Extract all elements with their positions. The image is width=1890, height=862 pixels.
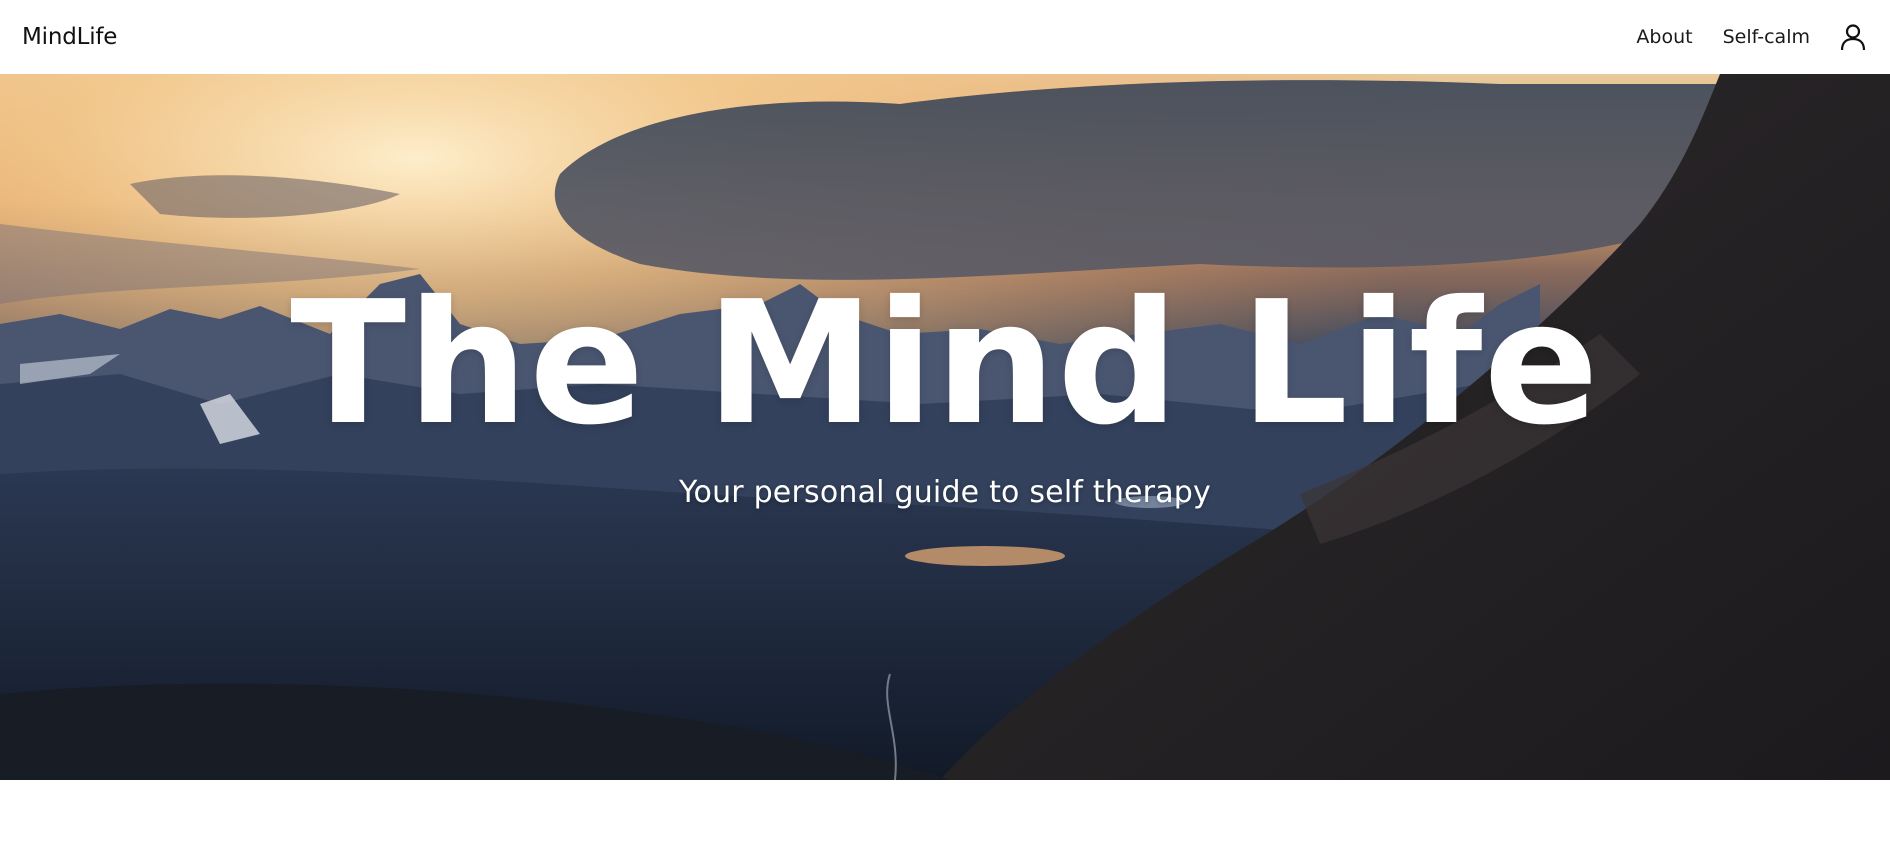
hero-content: The Mind Life Your personal guide to sel… xyxy=(0,74,1890,780)
hero-subtitle: Your personal guide to self therapy xyxy=(678,475,1211,510)
content-area xyxy=(0,780,1890,862)
hero-section: The Mind Life Your personal guide to sel… xyxy=(0,74,1890,780)
nav-link-about[interactable]: About xyxy=(1636,26,1692,48)
nav-menu: About Self-calm xyxy=(1606,22,1868,52)
navbar: MindLife About Self-calm xyxy=(0,0,1890,74)
nav-link-self-calm[interactable]: Self-calm xyxy=(1723,26,1810,48)
user-icon[interactable] xyxy=(1838,22,1868,52)
brand-logo[interactable]: MindLife xyxy=(22,24,117,50)
hero-title: The Mind Life xyxy=(290,265,1600,463)
